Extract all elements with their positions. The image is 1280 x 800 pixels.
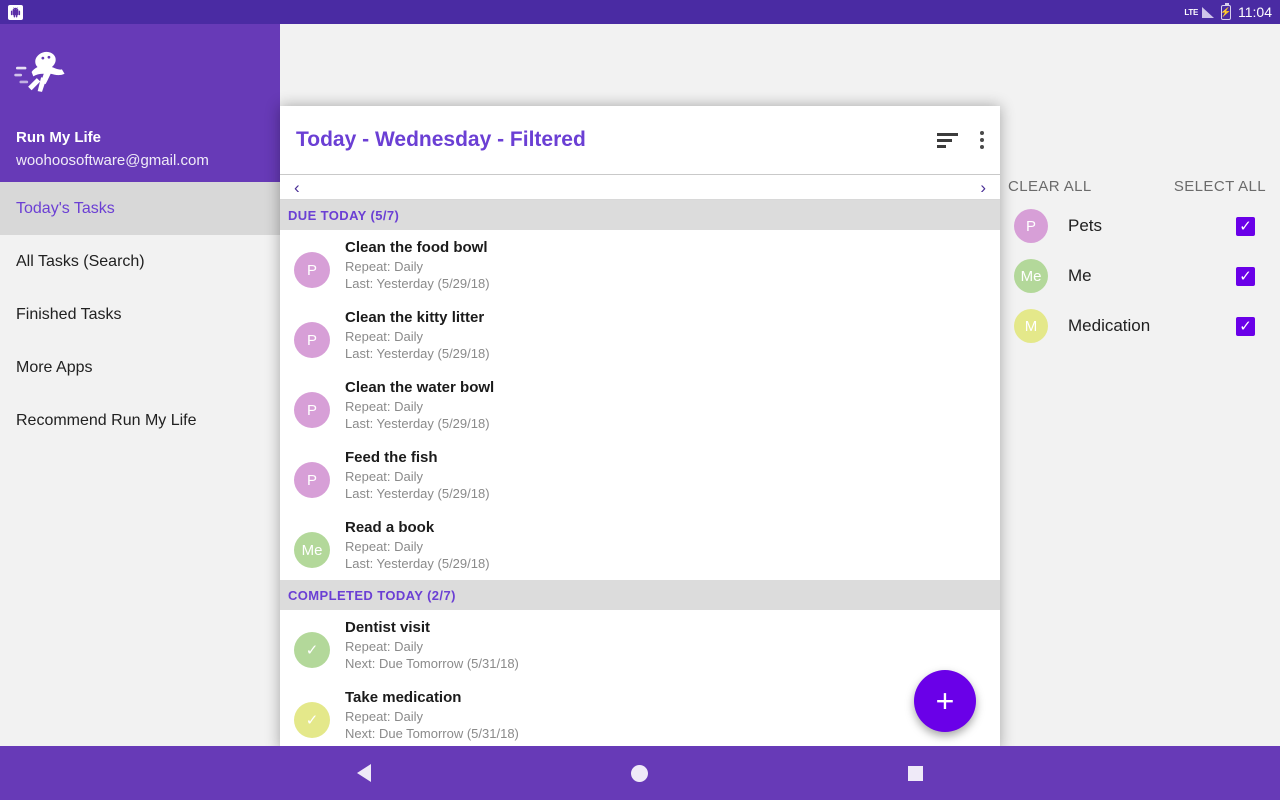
task-last: Last: Yesterday (5/29/18) (345, 346, 490, 361)
sidebar-item-recommend[interactable]: Recommend Run My Life (0, 394, 280, 447)
avatar: Me (1014, 259, 1048, 293)
avatar: P (1014, 209, 1048, 243)
task-title: Read a book (345, 519, 435, 536)
filter-row-pets[interactable]: P Pets ✓ (1000, 201, 1280, 251)
avatar: M (1014, 309, 1048, 343)
sidebar-item-finished-tasks[interactable]: Finished Tasks (0, 288, 280, 341)
task-repeat: Repeat: Daily (345, 329, 424, 344)
filter-panel: CLEAR ALL SELECT ALL P Pets ✓ Me Me ✓ M … (1000, 170, 1280, 746)
task-repeat: Repeat: Daily (345, 539, 424, 554)
filter-row-me[interactable]: Me Me ✓ (1000, 251, 1280, 301)
running-android-logo (14, 51, 65, 92)
app-notification-icon (8, 4, 23, 20)
app-root: LTE ⚡ 11:04 Run My Life woohoosoftware@g… (0, 0, 1280, 800)
table-row[interactable]: P Clean the water bowl Repeat: Daily Las… (280, 370, 1000, 440)
task-next: Next: Due Tomorrow (5/31/18) (345, 726, 519, 741)
more-vertical-icon[interactable] (980, 131, 984, 149)
tasks-dialog: Today - Wednesday - Filtered ‹ › DUE TOD… (280, 106, 1000, 750)
sidebar-item-label: All Tasks (Search) (16, 252, 145, 270)
task-last: Last: Yesterday (5/29/18) (345, 556, 490, 571)
nav-recents-icon[interactable] (908, 765, 923, 781)
signal-bars-icon (1202, 6, 1214, 18)
day-pager-bar: ‹ › (280, 174, 1000, 200)
sidebar-item-label: More Apps (16, 358, 93, 376)
task-body: Dentist visit Repeat: Daily Next: Due To… (345, 618, 519, 672)
status-bar-right: LTE ⚡ 11:04 (1184, 2, 1272, 20)
drawer-header: Run My Life woohoosoftware@gmail.com (0, 24, 280, 182)
clear-all-button[interactable]: CLEAR ALL (1008, 178, 1092, 195)
task-last: Last: Yesterday (5/29/18) (345, 276, 490, 291)
task-title: Clean the food bowl (345, 239, 488, 256)
task-repeat: Repeat: Daily (345, 399, 424, 414)
task-title: Feed the fish (345, 449, 438, 466)
clock-label: 11:04 (1238, 4, 1272, 20)
dialog-title-bar: Today - Wednesday - Filtered (280, 106, 1000, 174)
task-body: Take medication Repeat: Daily Next: Due … (345, 688, 519, 742)
avatar: P (294, 322, 330, 358)
task-body: Clean the food bowl Repeat: Daily Last: … (345, 238, 490, 292)
chevron-right-icon[interactable]: › (980, 179, 986, 196)
sidebar-item-label: Today's Tasks (16, 199, 115, 217)
task-body: Clean the water bowl Repeat: Daily Last:… (345, 378, 494, 432)
select-all-button[interactable]: SELECT ALL (1174, 178, 1266, 195)
filter-label: Pets (1068, 216, 1103, 235)
table-row[interactable]: P Clean the food bowl Repeat: Daily Last… (280, 230, 1000, 300)
table-row[interactable]: Me Read a book Repeat: Daily Last: Yeste… (280, 510, 1000, 580)
task-body: Clean the kitty litter Repeat: Daily Las… (345, 308, 490, 362)
avatar: P (294, 392, 330, 428)
avatar: Me (294, 532, 330, 568)
check-icon: ✓ (294, 702, 330, 738)
sidebar-item-todays-tasks[interactable]: Today's Tasks (0, 182, 280, 235)
task-title: Clean the water bowl (345, 379, 495, 396)
filter-checkbox-medication[interactable]: ✓ (1236, 316, 1255, 336)
table-row[interactable]: ✓ Take medication Repeat: Daily Next: Du… (280, 680, 1000, 750)
sidebar-item-all-tasks[interactable]: All Tasks (Search) (0, 235, 280, 288)
task-title: Dentist visit (345, 619, 431, 636)
task-body: Feed the fish Repeat: Daily Last: Yester… (345, 448, 490, 502)
sidebar-item-more-apps[interactable]: More Apps (0, 341, 280, 394)
nav-back-icon[interactable] (357, 764, 371, 782)
account-name: Run My Life (16, 129, 101, 146)
check-icon: ✓ (294, 632, 330, 668)
network-type-label: LTE (1184, 7, 1198, 17)
battery-charging-icon: ⚡ (1220, 2, 1232, 20)
avatar: P (294, 252, 330, 288)
task-repeat: Repeat: Daily (345, 639, 424, 654)
table-row[interactable]: P Feed the fish Repeat: Daily Last: Yest… (280, 440, 1000, 510)
android-navigation-bar (0, 746, 1280, 800)
task-list[interactable]: DUE TODAY (5/7) P Clean the food bowl Re… (280, 200, 1000, 750)
filter-panel-actions: CLEAR ALL SELECT ALL (1000, 170, 1280, 201)
table-row[interactable]: ✓ Dentist visit Repeat: Daily Next: Due … (280, 610, 1000, 680)
task-repeat: Repeat: Daily (345, 259, 424, 274)
chevron-left-icon[interactable]: ‹ (294, 179, 300, 196)
avatar: P (294, 462, 330, 498)
add-task-button[interactable]: + (914, 670, 976, 732)
dialog-title-actions (937, 131, 984, 149)
section-header-due-today: DUE TODAY (5/7) (280, 200, 1000, 230)
page-title: Today - Wednesday - Filtered (296, 128, 586, 151)
sort-icon[interactable] (937, 132, 958, 148)
filter-label: Me (1068, 266, 1092, 285)
task-last: Last: Yesterday (5/29/18) (345, 486, 490, 501)
account-email: woohoosoftware@gmail.com (16, 152, 209, 169)
sidebar-item-label: Finished Tasks (16, 305, 122, 323)
table-row[interactable]: P Clean the kitty litter Repeat: Daily L… (280, 300, 1000, 370)
nav-home-icon[interactable] (631, 764, 648, 782)
task-title: Take medication (345, 689, 462, 706)
task-title: Clean the kitty litter (345, 309, 485, 326)
sidebar-item-label: Recommend Run My Life (16, 411, 197, 429)
task-next: Next: Due Tomorrow (5/31/18) (345, 656, 519, 671)
filter-checkbox-pets[interactable]: ✓ (1236, 216, 1255, 236)
task-repeat: Repeat: Daily (345, 469, 424, 484)
section-header-completed-today: COMPLETED TODAY (2/7) (280, 580, 1000, 610)
filter-checkbox-me[interactable]: ✓ (1236, 266, 1255, 286)
task-repeat: Repeat: Daily (345, 709, 424, 724)
filter-row-medication[interactable]: M Medication ✓ (1000, 301, 1280, 351)
task-body: Read a book Repeat: Daily Last: Yesterda… (345, 518, 490, 572)
task-last: Last: Yesterday (5/29/18) (345, 416, 490, 431)
navigation-drawer: Run My Life woohoosoftware@gmail.com Tod… (0, 24, 280, 748)
filter-label: Medication (1068, 316, 1151, 335)
status-bar: LTE ⚡ 11:04 (0, 0, 1280, 24)
